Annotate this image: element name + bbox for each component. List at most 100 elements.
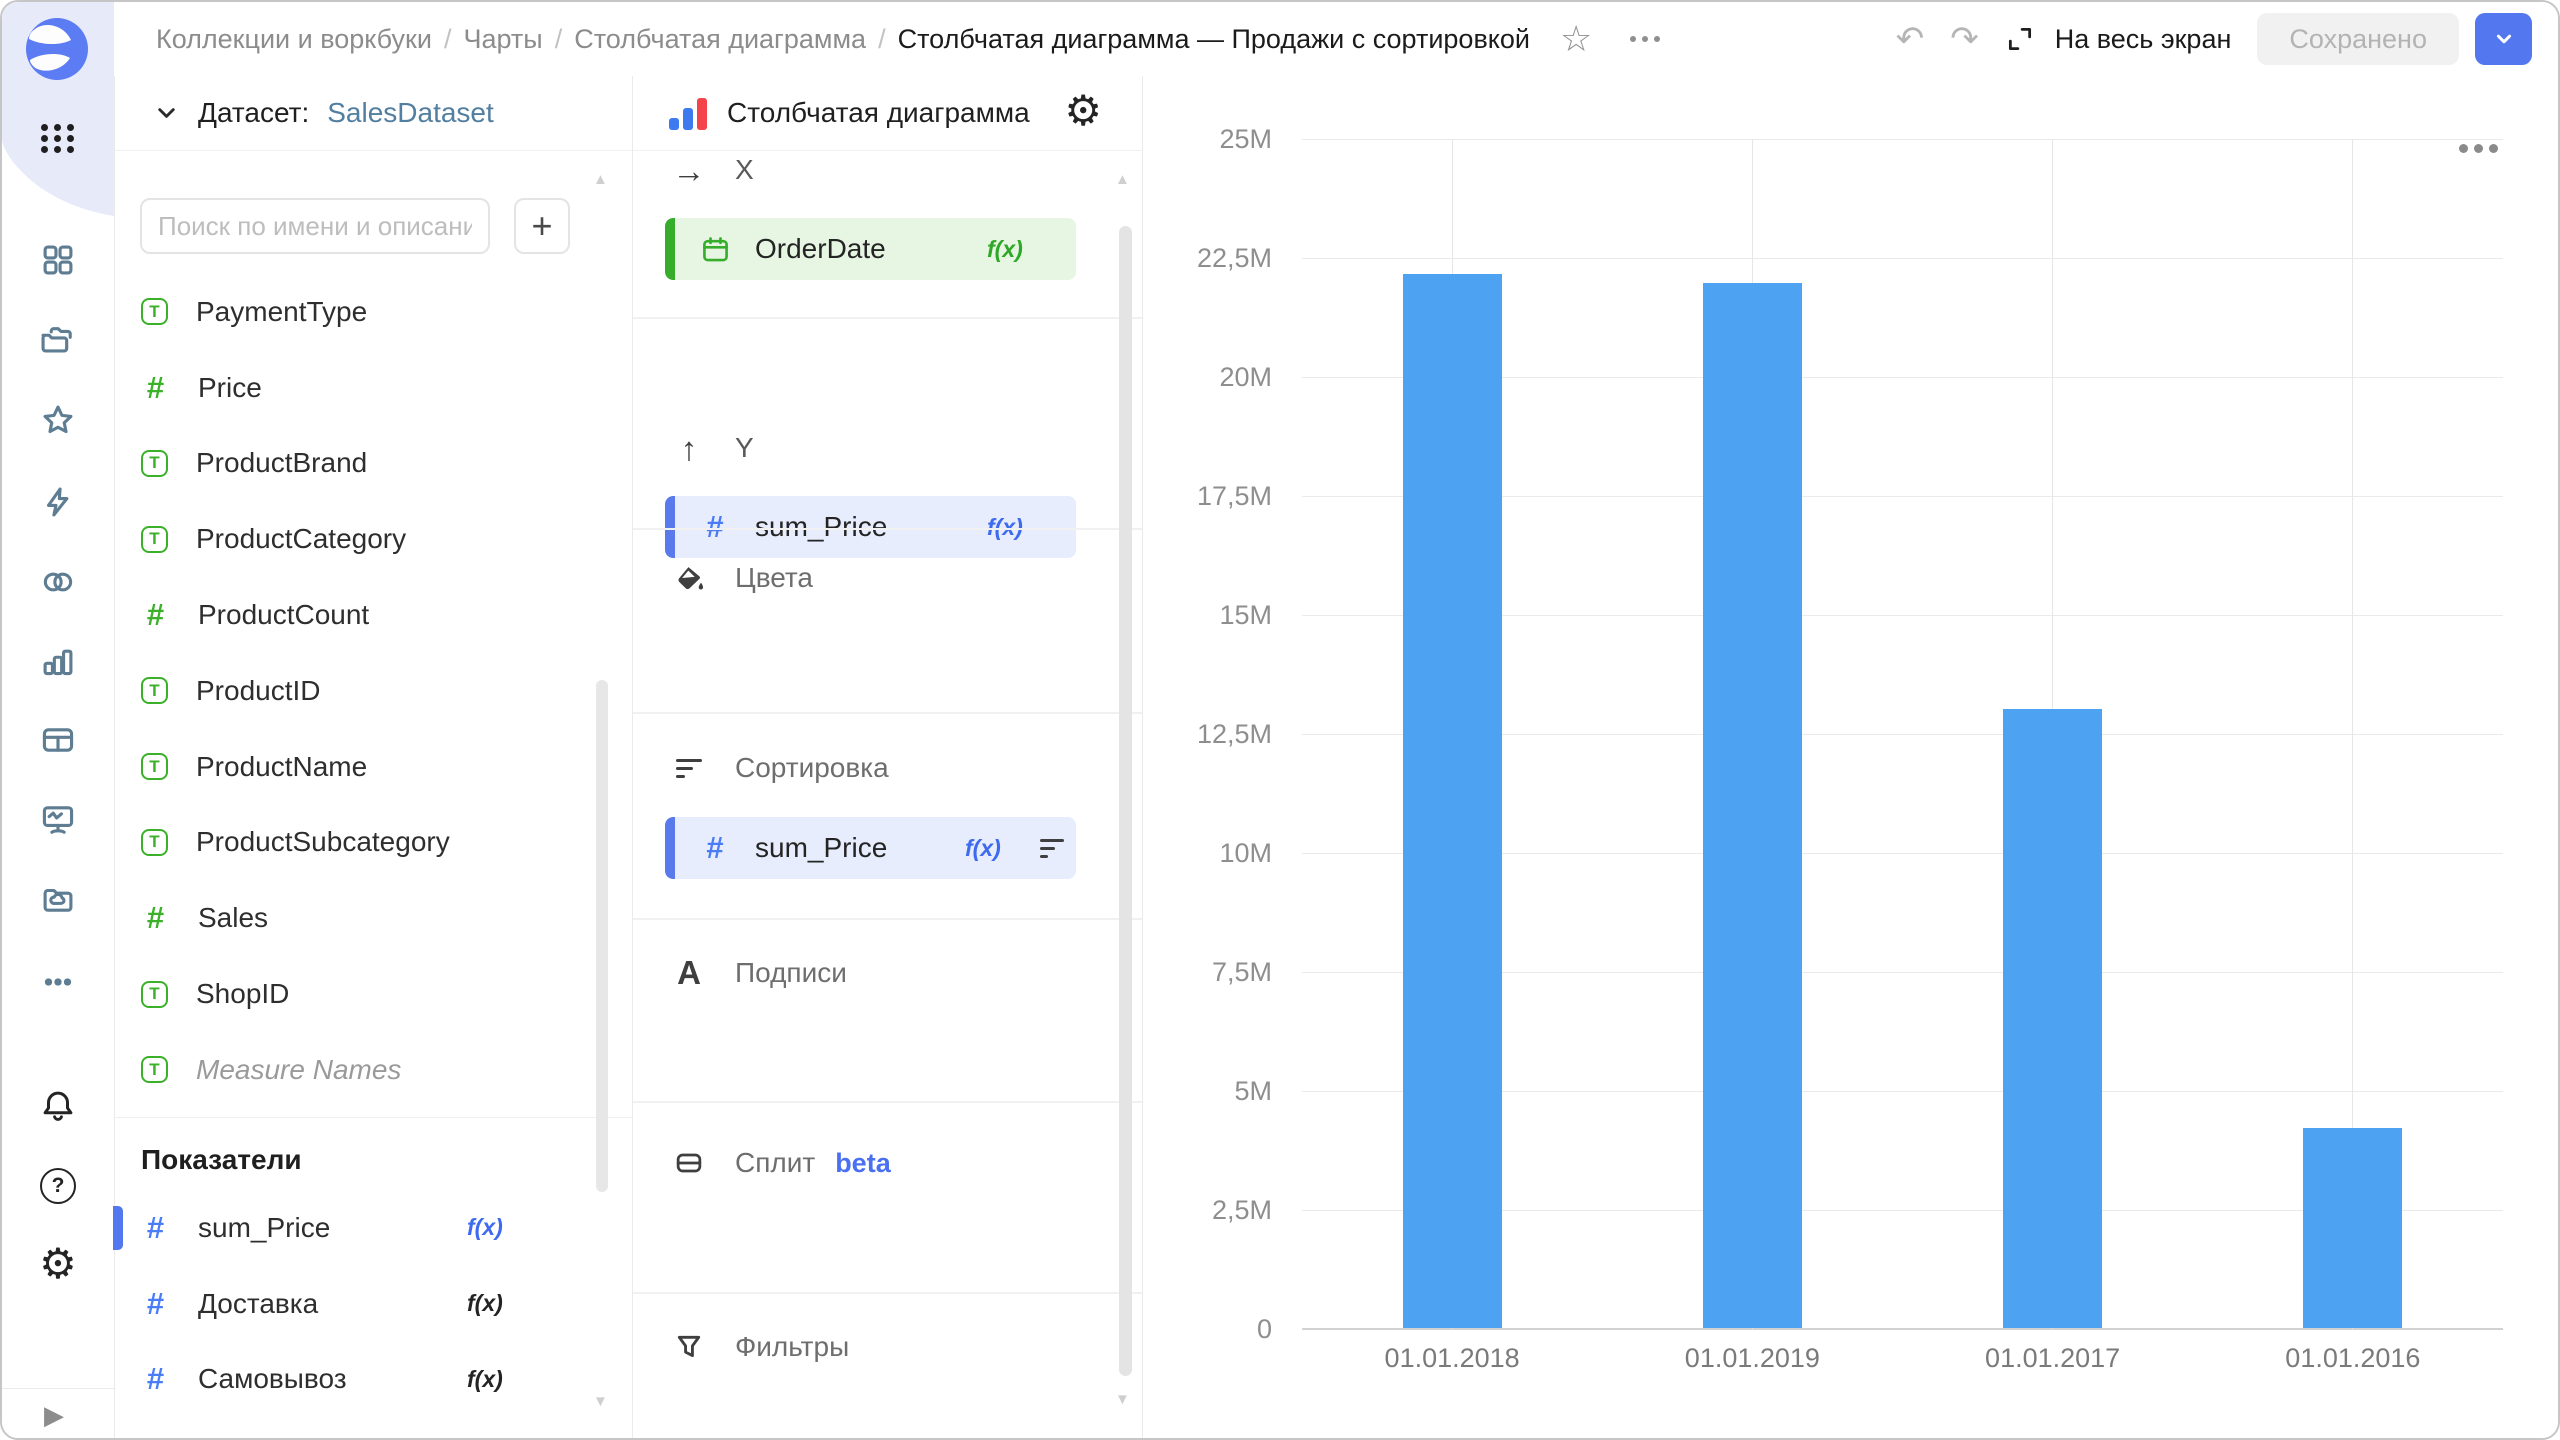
measure-item[interactable]: #sum_Pricef(x) [115, 1190, 632, 1266]
widgets-icon[interactable] [36, 238, 80, 282]
field-item[interactable]: #Sales [115, 880, 632, 956]
number-field-icon: # [141, 597, 170, 633]
field-search[interactable] [140, 198, 490, 254]
field-item[interactable]: TProductName [115, 729, 632, 805]
fx-icon[interactable]: f(x) [467, 1290, 503, 1317]
number-field-icon: # [697, 830, 733, 866]
bar-01.01.2019[interactable] [1703, 283, 1802, 1328]
settings-icon[interactable]: ⚙ [36, 1242, 80, 1286]
redo-icon[interactable]: ↷ [1950, 22, 1979, 56]
field-item[interactable]: TMeasure Names [115, 1032, 632, 1108]
scroll-down-icon[interactable]: ▼ [593, 1394, 608, 1409]
field-item[interactable]: OrderDate [115, 152, 602, 168]
fx-icon[interactable]: f(x) [987, 236, 1023, 263]
field-name: sum_Price [755, 511, 887, 543]
number-field-icon: # [141, 900, 170, 936]
breadcrumb: Коллекции и воркбуки/Чарты/Столбчатая ди… [156, 2, 1660, 76]
collections-icon[interactable] [36, 318, 80, 362]
fx-icon[interactable]: f(x) [467, 1214, 503, 1241]
letter-a-icon: A [671, 954, 707, 992]
chart-type-title[interactable]: Столбчатая диаграмма [727, 97, 1030, 129]
field-name: ProductID [196, 675, 321, 707]
section-colors[interactable]: Цвета [633, 550, 1122, 606]
section-y: ↑ Y [633, 420, 1122, 476]
field-search-input[interactable] [142, 200, 488, 252]
bell-icon[interactable] [36, 1084, 80, 1128]
fullscreen-icon[interactable] [2005, 24, 2035, 54]
bar-01.01.2017[interactable] [2003, 709, 2102, 1328]
breadcrumb-segment[interactable]: Чарты [463, 24, 542, 55]
bar-chart-type-icon[interactable] [669, 96, 707, 130]
more-dots-icon[interactable] [36, 960, 80, 1004]
field-name: PaymentType [196, 296, 367, 328]
save-menu-button[interactable] [2475, 13, 2532, 65]
fx-icon[interactable]: f(x) [965, 835, 1001, 862]
dataset-header[interactable]: Датасет: SalesDataset [115, 76, 632, 151]
funnel-icon [671, 1331, 707, 1363]
string-field-icon: T [141, 753, 168, 780]
charts-icon[interactable] [36, 640, 80, 684]
fields-scrollbar[interactable] [596, 680, 608, 1192]
section-filters[interactable]: Фильтры [633, 1319, 1122, 1375]
storage-icon[interactable] [36, 878, 80, 922]
chart-settings-gear-icon[interactable]: ⚙ [1064, 90, 1102, 132]
favorites-icon[interactable] [36, 398, 80, 442]
field-name: sum_Price [755, 832, 887, 864]
arrow-right-icon: → [671, 154, 707, 187]
field-item[interactable]: T ProductID [115, 653, 632, 729]
section-divider [633, 1101, 1142, 1103]
section-labels[interactable]: A Подписи [633, 945, 1122, 1001]
links-icon[interactable] [36, 560, 80, 604]
dashboards-icon[interactable] [36, 798, 80, 842]
field-item[interactable]: TProductSubcategory [115, 805, 632, 881]
field-item[interactable]: #ProductCount [115, 577, 632, 653]
field-name: Самовывоз [198, 1363, 347, 1395]
calendar-icon [141, 152, 171, 153]
more-options-icon[interactable] [1630, 36, 1660, 42]
chevron-down-icon [153, 100, 180, 127]
x-field-pill[interactable]: OrderDate f(x) [665, 218, 1076, 280]
collapse-sidebar-icon[interactable]: ▶ [44, 1400, 64, 1431]
string-field-icon: T [141, 677, 168, 704]
fx-icon[interactable]: f(x) [987, 514, 1023, 541]
dataset-name-link[interactable]: SalesDataset [327, 97, 494, 129]
bar-01.01.2016[interactable] [2303, 1128, 2402, 1328]
field-item[interactable]: #Price [115, 350, 632, 426]
breadcrumb-segment[interactable]: Коллекции и воркбуки [156, 24, 432, 55]
section-split[interactable]: Сплит beta [633, 1135, 1122, 1191]
measures-header: Показатели [141, 1144, 302, 1176]
filters-label: Фильтры [735, 1331, 849, 1363]
y-tick-label: 0 [1257, 1314, 1272, 1345]
fx-icon[interactable]: f(x) [467, 1366, 503, 1393]
undo-icon[interactable]: ↶ [1896, 22, 1925, 56]
number-field-icon: # [141, 1286, 170, 1322]
field-name: OrderDate [199, 152, 330, 154]
fullscreen-label[interactable]: На весь экран [2055, 24, 2232, 55]
measure-item[interactable]: #Самовывозf(x) [115, 1342, 632, 1418]
bar-01.01.2018[interactable] [1403, 274, 1502, 1328]
field-item[interactable]: TShopID [115, 956, 632, 1032]
measure-item[interactable]: #Доставкаf(x) [115, 1266, 632, 1342]
breadcrumb-segment[interactable]: Столбчатая диаграмма [574, 24, 866, 55]
scroll-down-icon[interactable]: ▼ [1115, 1392, 1130, 1407]
sort-icon [671, 754, 707, 783]
tables-icon[interactable] [36, 718, 80, 762]
y-field-pill[interactable]: # sum_Price f(x) [665, 496, 1076, 558]
config-scrollbar[interactable] [1119, 226, 1132, 1376]
field-name: Price [198, 372, 262, 404]
add-field-button[interactable]: + [514, 198, 570, 254]
scroll-up-icon[interactable]: ▲ [593, 172, 608, 187]
section-sorting[interactable]: Сортировка [633, 740, 1122, 796]
datalens-logo[interactable] [25, 17, 89, 81]
star-icon[interactable]: ☆ [1560, 21, 1592, 57]
saved-button[interactable]: Сохранено [2257, 13, 2459, 65]
sort-field-pill[interactable]: # sum_Price f(x) [665, 817, 1076, 879]
field-item[interactable]: TProductBrand [115, 426, 632, 502]
apps-grid-icon[interactable] [36, 116, 80, 160]
help-icon[interactable]: ? [36, 1164, 80, 1208]
sort-direction-icon[interactable] [1040, 834, 1064, 863]
field-item[interactable]: TProductCategory [115, 501, 632, 577]
functions-icon[interactable] [36, 480, 80, 524]
y-tick-label: 2,5M [1212, 1195, 1272, 1226]
field-item[interactable]: TPaymentType [115, 274, 632, 350]
